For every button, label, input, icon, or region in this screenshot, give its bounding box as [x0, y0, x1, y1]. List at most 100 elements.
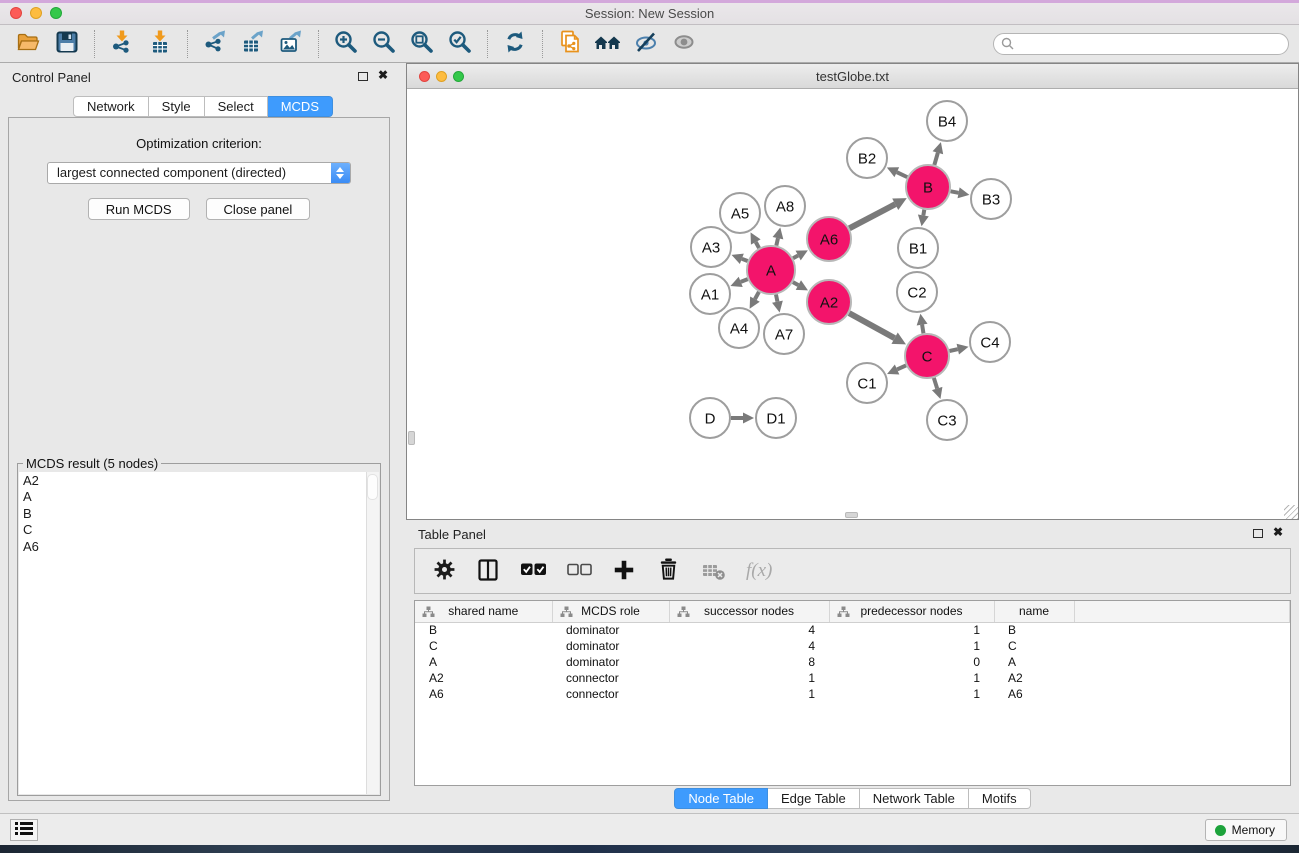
export-table-button[interactable] [234, 28, 272, 60]
column-header-name[interactable]: name [994, 601, 1074, 622]
open-session-button[interactable] [10, 28, 48, 60]
delete-column-button[interactable] [656, 556, 681, 586]
graph-edge[interactable] [951, 191, 959, 193]
graph-edge[interactable] [776, 238, 778, 245]
graph-node-label: A4 [730, 320, 748, 337]
graph-node-label: C [922, 348, 933, 365]
graph-edge[interactable] [849, 204, 895, 228]
graph-edge[interactable] [793, 255, 798, 258]
show-columns-button[interactable] [476, 556, 500, 586]
zoom-out-icon [371, 29, 397, 58]
tab-edge-table[interactable]: Edge Table [768, 788, 860, 809]
table-row[interactable]: Adominator80A [415, 654, 1290, 670]
table-row[interactable]: Cdominator41C [415, 638, 1290, 654]
network-graph[interactable]: B4B2BB3A5A8A6B1A3AC2A1A2A4A7C4CC1C3DD1 [407, 89, 1298, 519]
zoom-fit-icon [409, 29, 435, 58]
column-header-successor-nodes[interactable]: successor nodes [669, 601, 829, 622]
mcds-result-list[interactable]: A2ABCA6 [19, 472, 379, 794]
tab-mcds[interactable]: MCDS [268, 96, 333, 117]
zoom-in-button[interactable] [327, 28, 365, 60]
vertical-scroll-thumb[interactable] [408, 431, 415, 445]
memory-button[interactable]: Memory [1205, 819, 1287, 841]
column-header-shared-name[interactable]: shared name [415, 601, 552, 622]
close-panel-button[interactable]: Close panel [206, 198, 311, 220]
eye-slash-icon [633, 29, 659, 58]
zoom-out-button[interactable] [365, 28, 403, 60]
tab-style[interactable]: Style [149, 96, 205, 117]
deselect-all-button[interactable] [567, 556, 592, 586]
function-builder-button[interactable]: f(x) [746, 556, 772, 586]
graph-node-label: A1 [701, 286, 719, 303]
graph-node-label: C4 [980, 334, 999, 351]
new-network-from-selection-button[interactable] [551, 28, 589, 60]
mcds-result-item[interactable]: C [23, 522, 379, 538]
zoom-fit-button[interactable] [403, 28, 441, 60]
graph-edge[interactable] [742, 259, 748, 261]
import-network-button[interactable] [103, 28, 141, 60]
graph-edge[interactable] [793, 282, 798, 285]
save-session-button[interactable] [48, 28, 86, 60]
graph-edge[interactable] [922, 325, 923, 334]
mcds-result-item[interactable]: A [23, 489, 379, 505]
graph-edge[interactable] [755, 292, 759, 299]
close-panel-icon[interactable]: ✖ [378, 68, 388, 82]
table-row[interactable]: A2connector11A2 [415, 670, 1290, 686]
task-history-button[interactable] [10, 819, 38, 841]
tab-network-table[interactable]: Network Table [860, 788, 969, 809]
network-canvas[interactable]: B4B2BB3A5A8A6B1A3AC2A1A2A4A7C4CC1C3DD1 [407, 89, 1298, 519]
add-column-button[interactable] [612, 556, 636, 586]
mcds-result-item[interactable]: A6 [23, 539, 379, 555]
run-mcds-button[interactable]: Run MCDS [88, 198, 190, 220]
tab-motifs[interactable]: Motifs [969, 788, 1031, 809]
float-panel-icon[interactable] [358, 72, 368, 81]
select-all-button[interactable] [520, 556, 547, 586]
graph-edge[interactable] [923, 210, 924, 216]
graph-edge-arrow [743, 413, 754, 424]
search-input[interactable] [993, 33, 1289, 55]
delete-table-button[interactable] [701, 556, 726, 586]
graph-edge[interactable] [934, 153, 938, 165]
graph-edge[interactable] [776, 294, 777, 301]
zoom-selected-button[interactable] [441, 28, 479, 60]
graph-edge[interactable] [756, 242, 759, 248]
mcds-result-item[interactable]: B [23, 506, 379, 522]
new-network-icon [557, 29, 583, 58]
tab-select[interactable]: Select [205, 96, 268, 117]
tab-network[interactable]: Network [73, 96, 149, 117]
graph-edge[interactable] [741, 279, 748, 282]
export-image-icon [278, 29, 304, 58]
scrollbar-track[interactable] [366, 472, 379, 794]
scrollbar-thumb[interactable] [367, 474, 378, 500]
hide-selected-button[interactable] [627, 28, 665, 60]
export-network-button[interactable] [196, 28, 234, 60]
resize-grip[interactable] [1284, 505, 1298, 519]
float-panel-icon[interactable] [1253, 529, 1263, 538]
graph-edge[interactable] [934, 378, 937, 389]
first-neighbors-button[interactable] [589, 28, 627, 60]
table-row[interactable]: A6connector11A6 [415, 686, 1290, 702]
table-toolbar: f(x) [414, 548, 1291, 594]
export-image-button[interactable] [272, 28, 310, 60]
graph-edge[interactable] [949, 349, 957, 351]
table-row[interactable]: Bdominator41B [415, 622, 1290, 638]
floppy-disk-icon [54, 29, 80, 58]
column-header-predecessor-nodes[interactable]: predecessor nodes [829, 601, 994, 622]
graph-node-label: A3 [702, 239, 720, 256]
criterion-dropdown[interactable]: largest connected component (directed) [47, 162, 351, 184]
mcds-result-item[interactable]: A2 [23, 473, 379, 489]
import-table-button[interactable] [141, 28, 179, 60]
refresh-view-button[interactable] [496, 28, 534, 60]
horizontal-scroll-thumb[interactable] [845, 512, 858, 518]
show-all-button[interactable] [665, 28, 703, 60]
graph-edge[interactable] [849, 313, 894, 338]
column-header-MCDS-role[interactable]: MCDS role [552, 601, 669, 622]
close-panel-icon[interactable]: ✖ [1273, 525, 1283, 539]
search-icon [1001, 37, 1014, 50]
graph-edge[interactable] [897, 365, 906, 369]
table-settings-button[interactable] [433, 556, 456, 586]
graph-edge[interactable] [897, 172, 907, 177]
tab-node-table[interactable]: Node Table [674, 788, 768, 809]
search-field [993, 33, 1289, 55]
eye-icon [671, 29, 697, 58]
network-window-titlebar[interactable]: testGlobe.txt [407, 64, 1298, 89]
